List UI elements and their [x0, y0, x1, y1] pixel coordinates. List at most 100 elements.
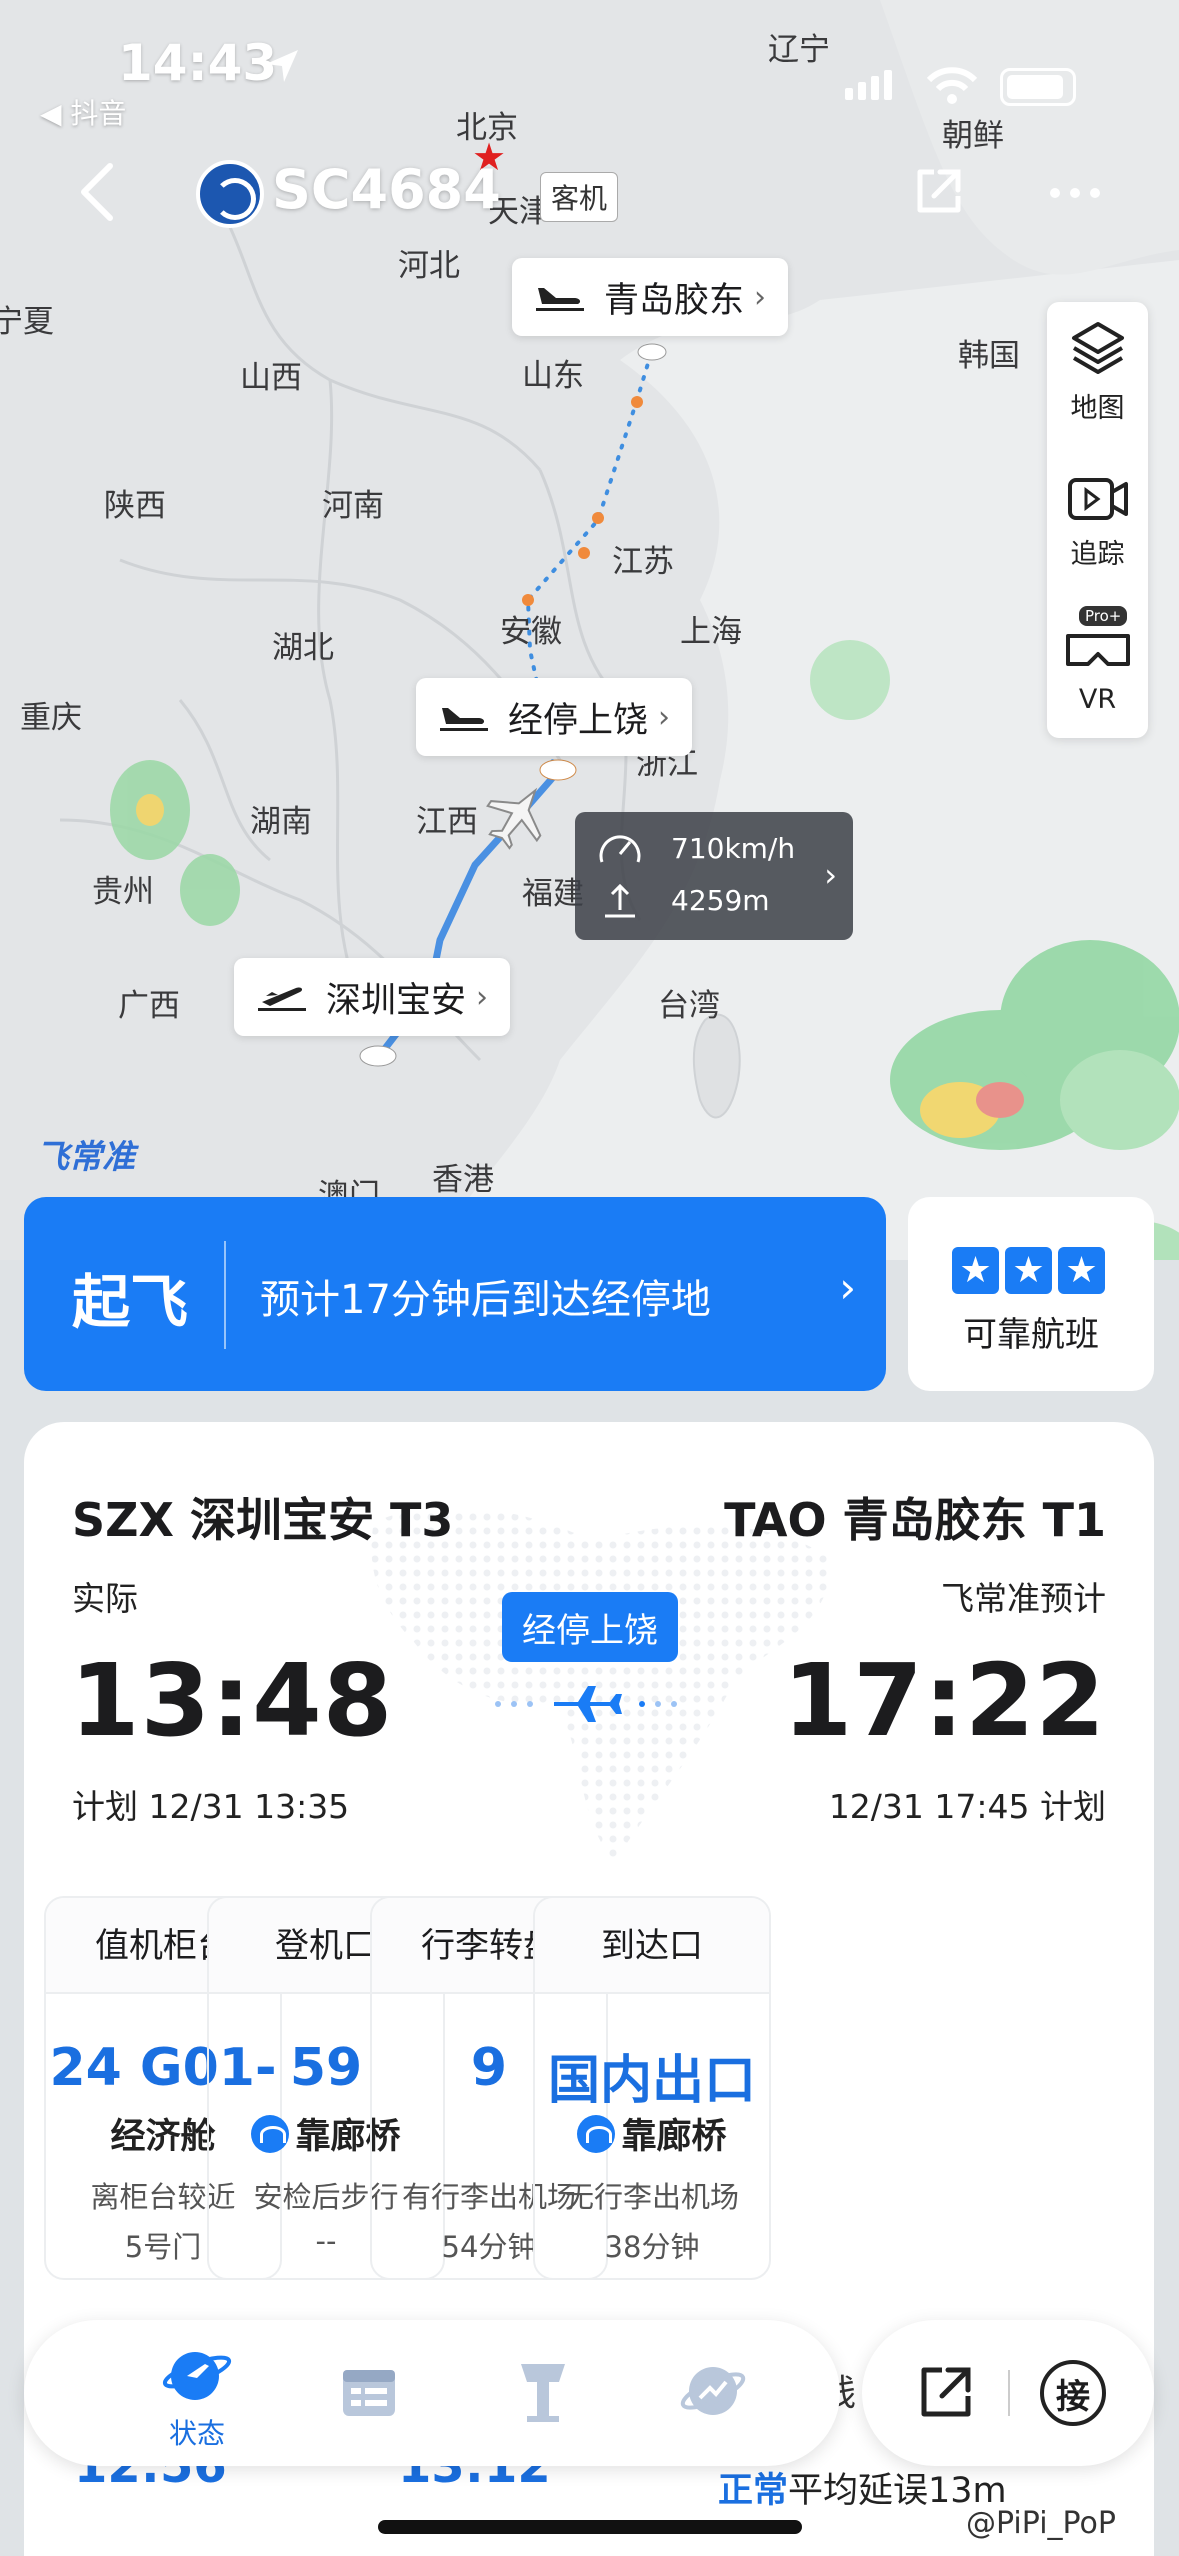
back-arrow-icon[interactable]: [78, 162, 118, 222]
stopover-airport-name: 经停上饶: [508, 700, 649, 741]
speedometer-icon: [599, 835, 641, 863]
home-indicator[interactable]: [378, 2520, 802, 2534]
reliability-rating[interactable]: ★ ★ ★ 可靠航班: [908, 1197, 1154, 1391]
track-button[interactable]: 追踪: [1047, 472, 1148, 571]
jet-bridge-icon: [577, 2114, 616, 2153]
map-label: 河南: [322, 488, 384, 524]
quick-actions: 接: [862, 2320, 1154, 2466]
arrival-plan: 12/31 17:45 计划: [828, 1787, 1106, 1826]
flight-status-banner[interactable]: 起飞 预计17分钟后到达经停地 ›: [24, 1197, 886, 1391]
departure-time: 13:48: [70, 1642, 394, 1759]
tab-airport[interactable]: [478, 2356, 608, 2430]
aircraft-type-tag: 客机: [540, 172, 619, 222]
location-arrow-icon: [266, 50, 298, 82]
flight-telemetry-box[interactable]: 710km/h 4259m ›: [575, 812, 853, 940]
map-label: 湖南: [250, 804, 312, 840]
map-label: 香港: [432, 1162, 494, 1198]
info-card-title: 到达口: [535, 1898, 769, 1994]
map-label: 陕西: [104, 488, 166, 524]
control-tower-icon: [521, 2364, 565, 2422]
arrival-airport: TAO 青岛胶东 T1: [724, 1493, 1106, 1547]
map-layers-label: 地图: [1070, 393, 1125, 424]
cellular-signal-icon: [845, 70, 892, 100]
map-label: 河北: [398, 248, 460, 284]
wifi-icon: [926, 67, 978, 104]
tab-schedule[interactable]: [304, 2360, 434, 2428]
map-label: 江西: [416, 804, 478, 840]
chevron-right-icon: ›: [658, 699, 671, 735]
departure-plane-icon: [258, 987, 306, 1011]
chevron-right-icon: ›: [824, 856, 837, 894]
departure-plan: 计划 12/31 13:35: [72, 1787, 350, 1826]
back-to-app-link[interactable]: ◀ 抖音: [40, 92, 126, 132]
share-icon[interactable]: [916, 2362, 976, 2422]
vr-headset-icon: [1065, 634, 1130, 666]
route-plane-icon: [495, 1686, 677, 1722]
pro-badge: Pro+: [1079, 606, 1128, 626]
map-label: 宁夏: [0, 304, 54, 340]
map-label: 韩国: [958, 338, 1020, 374]
more-options-icon[interactable]: [1050, 188, 1100, 198]
brand-watermark: 飞常准: [36, 1137, 135, 1176]
arrival-time: 17:22: [782, 1642, 1106, 1759]
info-card[interactable]: 到达口 国内出口 靠廊桥 无行李出机场 38分钟: [533, 1896, 771, 2280]
bottom-tab-bar: 状态: [24, 2320, 840, 2466]
altitude-value: 4259m: [671, 883, 770, 917]
map-label: 江苏: [612, 544, 674, 580]
info-card-subvalue: 靠廊桥: [535, 2108, 769, 2159]
origin-airport-name: 深圳宝安: [326, 980, 467, 1021]
flight-number: SC4684: [272, 158, 501, 221]
share-icon[interactable]: [912, 166, 964, 218]
punctuality-status: 正常: [718, 2471, 789, 2511]
status-time: 14:43: [118, 34, 278, 92]
rating-star-icon: ★: [1005, 1247, 1052, 1294]
track-label: 追踪: [1070, 539, 1125, 570]
pickup-button[interactable]: 接: [1040, 2360, 1106, 2426]
chevron-right-icon: ›: [839, 1263, 856, 1312]
info-card-note: 无行李出机场: [564, 2180, 739, 2214]
map-label: 湖北: [272, 630, 334, 666]
info-card-subvalue-text: 靠廊桥: [621, 2117, 727, 2157]
rating-star-icon: ★: [1058, 1247, 1105, 1294]
layers-icon: [1071, 322, 1124, 374]
speed-value: 710km/h: [671, 831, 796, 865]
flight-state: 起飞: [72, 1268, 189, 1336]
stopover-badge: 经停上饶: [502, 1592, 678, 1662]
planet-chart-icon: [680, 2367, 746, 2415]
rating-stars: ★ ★ ★: [952, 1247, 1105, 1294]
chevron-right-icon: ›: [754, 279, 767, 315]
origin-airport-pill[interactable]: 深圳宝安 ›: [234, 958, 511, 1036]
departure-time-label: 实际: [72, 1579, 138, 1618]
action-separator: [1008, 2370, 1010, 2416]
tab-explore[interactable]: [648, 2356, 778, 2430]
map-label: 山西: [240, 360, 302, 396]
status-bar: 14:43 ◀ 抖音: [0, 0, 1179, 130]
tab-status-label: 状态: [168, 2417, 225, 2450]
punctuality-summary: 正常平均延误13m: [718, 2462, 1007, 2513]
tab-status[interactable]: 状态: [132, 2342, 262, 2452]
map-tools-panel: 地图 追踪 Pro+ VR: [1047, 302, 1148, 738]
map-label: 山东: [522, 358, 584, 394]
battery-icon: [1000, 68, 1076, 106]
reliability-label: 可靠航班: [963, 1315, 1099, 1355]
map-layers-button[interactable]: 地图: [1047, 318, 1148, 425]
video-track-icon: [1067, 478, 1128, 520]
chevron-right-icon: ›: [476, 979, 489, 1015]
rating-star-icon: ★: [952, 1247, 999, 1294]
map-label: 重庆: [20, 700, 82, 736]
airline-logo: [196, 160, 264, 228]
vr-button[interactable]: VR: [1047, 628, 1148, 715]
jet-bridge-icon: [251, 2114, 290, 2153]
map-label: 贵州: [92, 874, 154, 910]
status-message: 预计17分钟后到达经停地: [260, 1277, 711, 1323]
altitude-icon: [605, 883, 635, 918]
average-delay: 平均延误13m: [788, 2471, 1007, 2511]
arrival-plane-icon: [440, 708, 488, 731]
map-label: 上海: [680, 614, 742, 650]
map-label: 广西: [118, 988, 180, 1024]
stopover-airport-pill[interactable]: 经停上饶 ›: [416, 678, 693, 756]
weibo-watermark: @PiPi_PoP: [966, 2506, 1116, 2541]
destination-airport-pill[interactable]: 青岛胶东 ›: [512, 258, 789, 336]
calendar-icon: [343, 2370, 395, 2416]
map-label: 安徽: [500, 614, 562, 650]
